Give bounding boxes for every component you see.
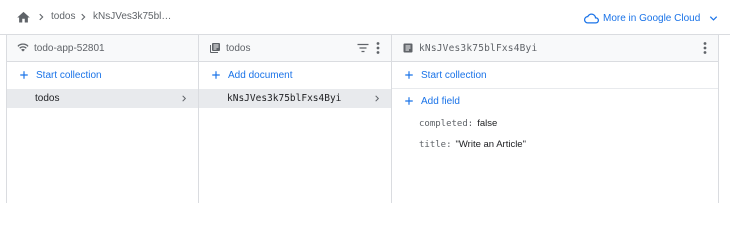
project-title: todo-app-52801 bbox=[34, 43, 105, 54]
collection-title: todos bbox=[226, 43, 251, 54]
breadcrumb-item-collection[interactable]: todos bbox=[51, 11, 75, 22]
project-panel-header: todo-app-52801 bbox=[7, 35, 198, 62]
field-value: false bbox=[477, 118, 498, 129]
add-icon bbox=[405, 71, 413, 79]
document-panel: kNsJVes3k75blFxs4Byi Start collection Ad… bbox=[392, 35, 719, 203]
home-icon[interactable] bbox=[16, 10, 31, 25]
add-icon bbox=[212, 71, 220, 79]
more-vert-icon[interactable] bbox=[376, 42, 380, 54]
add-field-button[interactable]: Add field bbox=[404, 93, 460, 109]
document-icon bbox=[403, 43, 413, 53]
project-panel: todo-app-52801 Start collection todos bbox=[6, 35, 199, 203]
chevron-right-icon bbox=[375, 95, 380, 102]
chevron-right-icon bbox=[39, 13, 44, 21]
start-subcollection-label: Start collection bbox=[421, 69, 487, 81]
field-key: title: bbox=[419, 140, 452, 150]
top-bar: todos kNsJVes3k75bl… More in Google Clou… bbox=[0, 0, 730, 35]
field-value: "Write an Article" bbox=[455, 139, 526, 150]
cloud-icon bbox=[584, 13, 599, 23]
add-icon bbox=[405, 97, 413, 105]
start-collection-label: Start collection bbox=[36, 69, 102, 81]
breadcrumb-item-document[interactable]: kNsJVes3k75bl… bbox=[93, 11, 171, 22]
collection-panel-header: todos bbox=[199, 35, 391, 62]
more-in-google-cloud-label: More in Google Cloud bbox=[603, 12, 701, 24]
field-row-title[interactable]: title: "Write an Article" bbox=[419, 139, 526, 150]
collection-panel: todos Add document kNsJVes3k75blFxs4Byi bbox=[199, 35, 392, 203]
chevron-right-icon bbox=[182, 95, 187, 102]
add-document-label: Add document bbox=[228, 69, 293, 81]
document-panel-header: kNsJVes3k75blFxs4Byi bbox=[392, 35, 718, 62]
add-document-button[interactable]: Add document bbox=[211, 67, 293, 83]
collection-icon bbox=[210, 43, 220, 53]
more-in-google-cloud-button[interactable]: More in Google Cloud bbox=[584, 9, 719, 27]
document-title: kNsJVes3k75blFxs4Byi bbox=[419, 43, 538, 54]
collection-name: todos bbox=[35, 93, 60, 104]
add-field-label: Add field bbox=[421, 95, 460, 107]
field-row-completed[interactable]: completed: false bbox=[419, 118, 497, 129]
more-vert-icon[interactable] bbox=[703, 42, 707, 54]
chevron-down-icon bbox=[710, 15, 718, 21]
start-collection-button[interactable]: Start collection bbox=[19, 67, 102, 83]
document-id: kNsJVes3k75blFxs4Byi bbox=[227, 93, 342, 104]
filter-icon[interactable] bbox=[357, 43, 369, 53]
chevron-right-icon bbox=[81, 13, 86, 21]
database-icon bbox=[17, 43, 29, 52]
field-key: completed: bbox=[419, 119, 474, 129]
add-icon bbox=[20, 71, 28, 79]
document-list-item[interactable]: kNsJVes3k75blFxs4Byi bbox=[199, 89, 391, 108]
collection-list-item[interactable]: todos bbox=[7, 89, 198, 108]
start-subcollection-button[interactable]: Start collection bbox=[404, 67, 487, 83]
document-divider bbox=[392, 88, 718, 89]
